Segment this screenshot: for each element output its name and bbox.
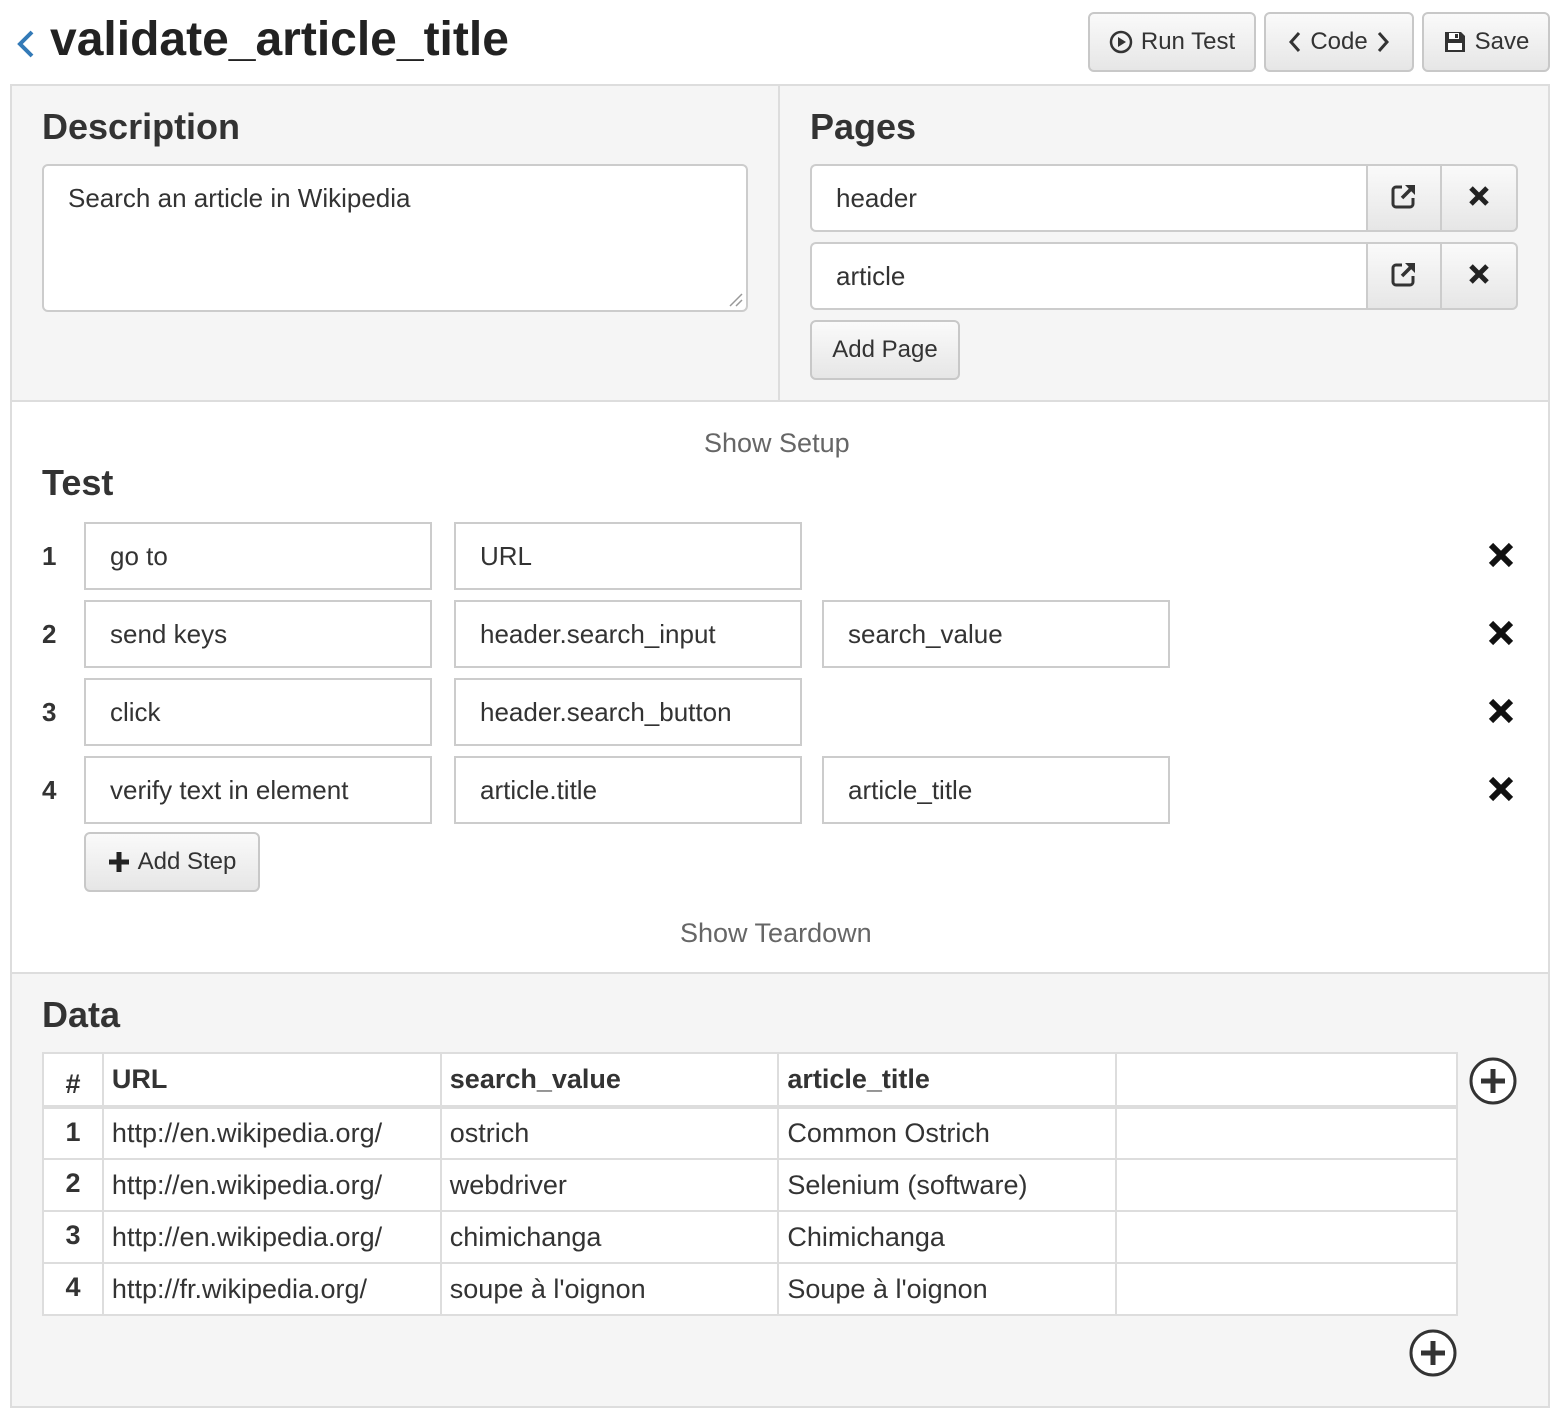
step-argument-input[interactable]: [454, 756, 802, 824]
table-header-row: # URL search_value article_title: [42, 1052, 1459, 1109]
table-row: 3 http://en.wikipedia.org/ chimichanga C…: [42, 1210, 1459, 1264]
chevron-left-icon: [1288, 30, 1302, 54]
remove-page-button[interactable]: [1442, 242, 1518, 310]
step-argument-input[interactable]: [822, 756, 1170, 824]
show-setup-link[interactable]: Show Setup: [704, 428, 850, 459]
open-page-button[interactable]: [1366, 242, 1442, 310]
add-row-button[interactable]: [1408, 1328, 1458, 1378]
table-cell[interactable]: webdriver: [439, 1158, 780, 1212]
step-number: 4: [42, 775, 57, 805]
run-test-label: Run Test: [1140, 28, 1236, 55]
table-row: 1 http://en.wikipedia.org/ ostrich Commo…: [42, 1106, 1459, 1160]
row-number: 4: [42, 1262, 104, 1316]
table-cell[interactable]: http://en.wikipedia.org/: [101, 1158, 442, 1212]
column-header[interactable]: [1114, 1052, 1459, 1109]
close-icon[interactable]: [1486, 618, 1516, 648]
table-cell[interactable]: Selenium (software): [777, 1158, 1117, 1212]
table-cell[interactable]: Soupe à l'oignon: [777, 1262, 1117, 1316]
remove-page-button[interactable]: [1442, 164, 1518, 232]
description-textarea[interactable]: [42, 164, 748, 312]
step-argument-input[interactable]: [454, 678, 802, 746]
column-header[interactable]: URL: [101, 1052, 442, 1109]
step-argument-input[interactable]: [454, 522, 802, 590]
column-header: #: [42, 1052, 104, 1109]
code-button[interactable]: Code: [1264, 12, 1414, 72]
table-row: 4 http://fr.wikipedia.org/ soupe à l'oig…: [42, 1262, 1459, 1316]
page-title: validate_article_title: [50, 13, 509, 66]
page-row: [810, 164, 1518, 232]
table-cell[interactable]: ostrich: [439, 1106, 780, 1160]
table-cell[interactable]: soupe à l'oignon: [439, 1262, 780, 1316]
column-header[interactable]: search_value: [439, 1052, 780, 1109]
close-icon[interactable]: [1486, 540, 1516, 570]
page-row: [810, 242, 1518, 310]
table-cell[interactable]: http://en.wikipedia.org/: [101, 1210, 442, 1264]
step-argument-input[interactable]: [454, 600, 802, 668]
data-title: Data: [42, 994, 121, 1035]
test-title: Test: [42, 462, 114, 503]
description-panel: Description: [10, 84, 780, 402]
page-input[interactable]: [810, 164, 1366, 232]
save-label: Save: [1474, 28, 1530, 55]
table-cell[interactable]: [1114, 1210, 1459, 1264]
resize-grip-icon[interactable]: [728, 292, 744, 308]
pages-title: Pages: [810, 106, 917, 147]
external-link-icon: [1390, 182, 1418, 215]
plus-circle-icon: [1469, 1057, 1517, 1105]
step-number: 2: [42, 619, 57, 649]
code-label: Code: [1310, 28, 1368, 55]
test-panel: Show Setup Test 1 2 3 4 Add Step Show Te…: [10, 400, 1550, 974]
data-table: # URL search_value article_title 1 http:…: [42, 1052, 1459, 1316]
close-icon[interactable]: [1486, 774, 1516, 804]
table-cell[interactable]: http://en.wikipedia.org/: [101, 1106, 442, 1160]
close-icon: [1468, 263, 1490, 290]
step-action-input[interactable]: [84, 522, 432, 590]
column-header[interactable]: article_title: [777, 1052, 1117, 1109]
row-number: 1: [42, 1106, 104, 1160]
page-input[interactable]: [810, 242, 1366, 310]
data-panel: Data # URL search_value article_title 1 …: [10, 972, 1550, 1408]
add-step-label: Add Step: [137, 848, 237, 875]
step-action-input[interactable]: [84, 678, 432, 746]
chevron-right-icon: [1376, 30, 1390, 54]
table-cell[interactable]: [1114, 1158, 1459, 1212]
add-page-label: Add Page: [832, 336, 938, 363]
chevron-left-icon[interactable]: [12, 24, 40, 60]
step-action-input[interactable]: [84, 600, 432, 668]
table-cell[interactable]: http://fr.wikipedia.org/: [101, 1262, 442, 1316]
step-action-input[interactable]: [84, 756, 432, 824]
add-step-button[interactable]: Add Step: [84, 832, 260, 892]
row-number: 3: [42, 1210, 104, 1264]
plus-icon: [108, 851, 130, 873]
top-bar: validate_article_title Run Test Code Sav…: [0, 0, 1564, 84]
play-circle-icon: [1109, 30, 1133, 54]
step-number: 3: [42, 697, 57, 727]
plus-circle-icon: [1409, 1329, 1457, 1377]
description-title: Description: [42, 106, 241, 147]
external-link-icon: [1390, 260, 1418, 293]
save-button[interactable]: Save: [1422, 12, 1550, 72]
table-cell[interactable]: chimichanga: [439, 1210, 780, 1264]
close-icon[interactable]: [1486, 696, 1516, 726]
step-argument-input[interactable]: [822, 600, 1170, 668]
row-number: 2: [42, 1158, 104, 1212]
table-cell[interactable]: Common Ostrich: [777, 1106, 1117, 1160]
show-teardown-link[interactable]: Show Teardown: [680, 918, 872, 949]
step-number: 1: [42, 541, 57, 571]
table-cell[interactable]: [1114, 1262, 1459, 1316]
open-page-button[interactable]: [1366, 164, 1442, 232]
add-column-button[interactable]: [1468, 1056, 1518, 1106]
close-icon: [1468, 185, 1490, 212]
floppy-disk-icon: [1443, 30, 1467, 54]
table-row: 2 http://en.wikipedia.org/ webdriver Sel…: [42, 1158, 1459, 1212]
add-page-button[interactable]: Add Page: [810, 320, 960, 380]
table-cell[interactable]: [1114, 1106, 1459, 1160]
table-cell[interactable]: Chimichanga: [777, 1210, 1117, 1264]
pages-panel: Pages Add Page: [778, 84, 1550, 402]
run-test-button[interactable]: Run Test: [1088, 12, 1256, 72]
